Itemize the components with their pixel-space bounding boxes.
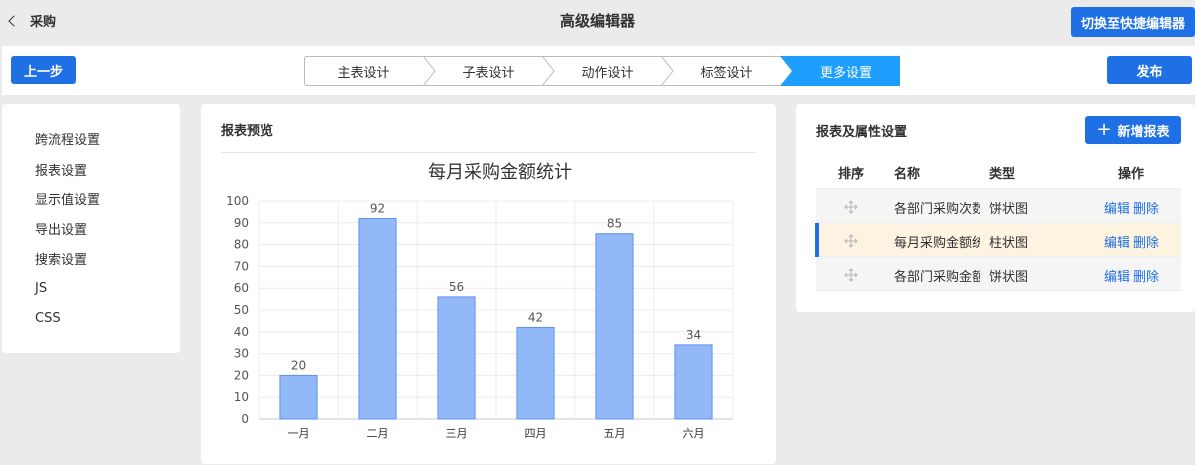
publish-button[interactable]: 发布 xyxy=(1107,56,1192,84)
edit-link[interactable]: 编辑 xyxy=(1104,232,1130,251)
x-tick-label: 五月 xyxy=(604,427,626,440)
switch-editor-button[interactable]: 切换至快捷编辑器 xyxy=(1071,7,1195,37)
bar xyxy=(358,217,397,420)
report-preview-panel: 报表预览 每月采购金额统计 0 10 20 30 40 50 60 70 80 90 100 20 一月 9… xyxy=(201,104,776,464)
report-type: 柱状图 xyxy=(989,236,1029,251)
selected-row-marker xyxy=(815,223,819,257)
x-tick-label: 二月 xyxy=(367,427,389,440)
delete-link[interactable]: 删除 xyxy=(1133,198,1159,217)
bar-value-label: 56 xyxy=(449,280,464,294)
add-report-button[interactable]: + 新增报表 xyxy=(1085,116,1181,144)
bar xyxy=(516,326,555,420)
edit-link[interactable]: 编辑 xyxy=(1104,198,1130,217)
report-type: 饼状图 xyxy=(989,202,1029,217)
back-button[interactable]: 采购 xyxy=(8,11,57,30)
col-ops: 操作 xyxy=(1118,167,1145,182)
page-title: 高级编辑器 xyxy=(559,12,635,30)
add-report-label: 新增报表 xyxy=(1117,124,1170,140)
report-name: 各部门采购金额 xyxy=(894,270,980,285)
y-tick-label: 20 xyxy=(234,368,249,382)
bar-value-label: 85 xyxy=(607,217,622,231)
report-type: 饼状图 xyxy=(989,270,1029,285)
report-settings-panel: 报表及属性设置 + 新增报表 排序 名称 类型 操作 各部门采购次数 饼状图 编辑删… xyxy=(796,104,1195,312)
reports-title: 报表及属性设置 xyxy=(816,125,908,140)
menu-item-report[interactable]: 报表设置 xyxy=(20,154,161,184)
bar xyxy=(279,374,318,420)
menu-item-display-value[interactable]: 显示值设置 xyxy=(20,183,161,213)
y-tick-label: 50 xyxy=(234,303,249,317)
bar-value-label: 34 xyxy=(686,328,701,342)
chart-title: 每月采购金额统计 xyxy=(428,162,572,183)
col-order: 排序 xyxy=(838,167,865,182)
menu-item-export[interactable]: 导出设置 xyxy=(20,213,161,243)
tab-main-table[interactable]: 主表设计 xyxy=(304,56,423,86)
bar-value-label: 20 xyxy=(291,358,306,372)
top-bar: 采购 高级编辑器 切换至快捷编辑器 xyxy=(0,0,1195,42)
tab-label[interactable]: 标签设计 xyxy=(673,56,780,86)
settings-menu: 跨流程设置 报表设置 显示值设置 导出设置 搜索设置 JS CSS xyxy=(2,104,180,353)
y-tick-label: 70 xyxy=(234,259,249,273)
bar xyxy=(674,344,713,420)
report-name: 每月采购金额统计 xyxy=(894,236,980,251)
step-bar: 上一步 主表设计 子表设计 动作设计 标签设计 更多设置 发布 xyxy=(2,46,1195,95)
tab-sub-table[interactable]: 子表设计 xyxy=(435,56,542,86)
drag-handle-icon[interactable] xyxy=(844,234,858,248)
table-row[interactable]: 每月采购金额统计柱状图 编辑删除 xyxy=(815,223,1181,257)
bar-chart: 每月采购金额统计 0 10 20 30 40 50 60 70 80 90 100 20 一月 92 二月 56… xyxy=(226,162,734,440)
menu-item-cross-flow[interactable]: 跨流程设置 xyxy=(20,123,161,153)
y-tick-label: 100 xyxy=(226,194,249,208)
y-tick-label: 60 xyxy=(234,281,249,295)
x-tick-label: 一月 xyxy=(288,427,310,440)
report-name: 各部门采购次数 xyxy=(894,202,980,217)
menu-item-js[interactable]: JS xyxy=(20,273,161,303)
x-tick-label: 四月 xyxy=(525,427,547,440)
bar-value-label: 92 xyxy=(370,201,385,215)
tab-more-settings[interactable]: 更多设置 xyxy=(792,56,900,86)
bar-value-label: 42 xyxy=(528,310,543,324)
menu-item-css[interactable]: CSS xyxy=(20,303,161,333)
step-nav: 主表设计 子表设计 动作设计 标签设计 更多设置 xyxy=(304,56,900,86)
plus-icon: + xyxy=(1096,119,1112,140)
tab-action[interactable]: 动作设计 xyxy=(554,56,661,86)
menu-item-search[interactable]: 搜索设置 xyxy=(20,243,161,273)
edit-link[interactable]: 编辑 xyxy=(1104,266,1130,285)
col-type: 类型 xyxy=(989,167,1016,182)
table-row[interactable]: 各部门采购金额 饼状图 编辑 删除 xyxy=(816,257,1181,291)
drag-handle-icon[interactable] xyxy=(844,200,858,214)
delete-link[interactable]: 删除 xyxy=(1133,266,1159,285)
drag-handle-icon[interactable] xyxy=(844,268,858,282)
delete-link[interactable]: 删除 xyxy=(1133,232,1159,251)
chevron-left-icon xyxy=(8,15,20,27)
x-tick-label: 六月 xyxy=(683,427,705,440)
y-tick-label: 10 xyxy=(234,390,249,404)
y-tick-label: 0 xyxy=(241,412,249,426)
table-header: 排序 名称 类型 操作 xyxy=(816,153,1181,189)
y-tick-label: 80 xyxy=(234,238,249,252)
y-tick-label: 90 xyxy=(234,216,249,230)
back-label: 采购 xyxy=(30,15,57,30)
bar xyxy=(595,233,634,420)
col-name: 名称 xyxy=(894,167,921,182)
x-tick-label: 三月 xyxy=(446,427,468,440)
bar xyxy=(437,296,476,420)
table-row[interactable]: 各部门采购次数 饼状图 编辑 删除 xyxy=(816,189,1181,223)
y-tick-label: 40 xyxy=(234,325,249,339)
prev-step-button[interactable]: 上一步 xyxy=(11,56,76,84)
reports-table: 排序 名称 类型 操作 各部门采购次数饼状图编辑删除每月采购金额统计柱状图编辑删… xyxy=(815,153,1181,291)
y-tick-label: 30 xyxy=(234,347,249,361)
